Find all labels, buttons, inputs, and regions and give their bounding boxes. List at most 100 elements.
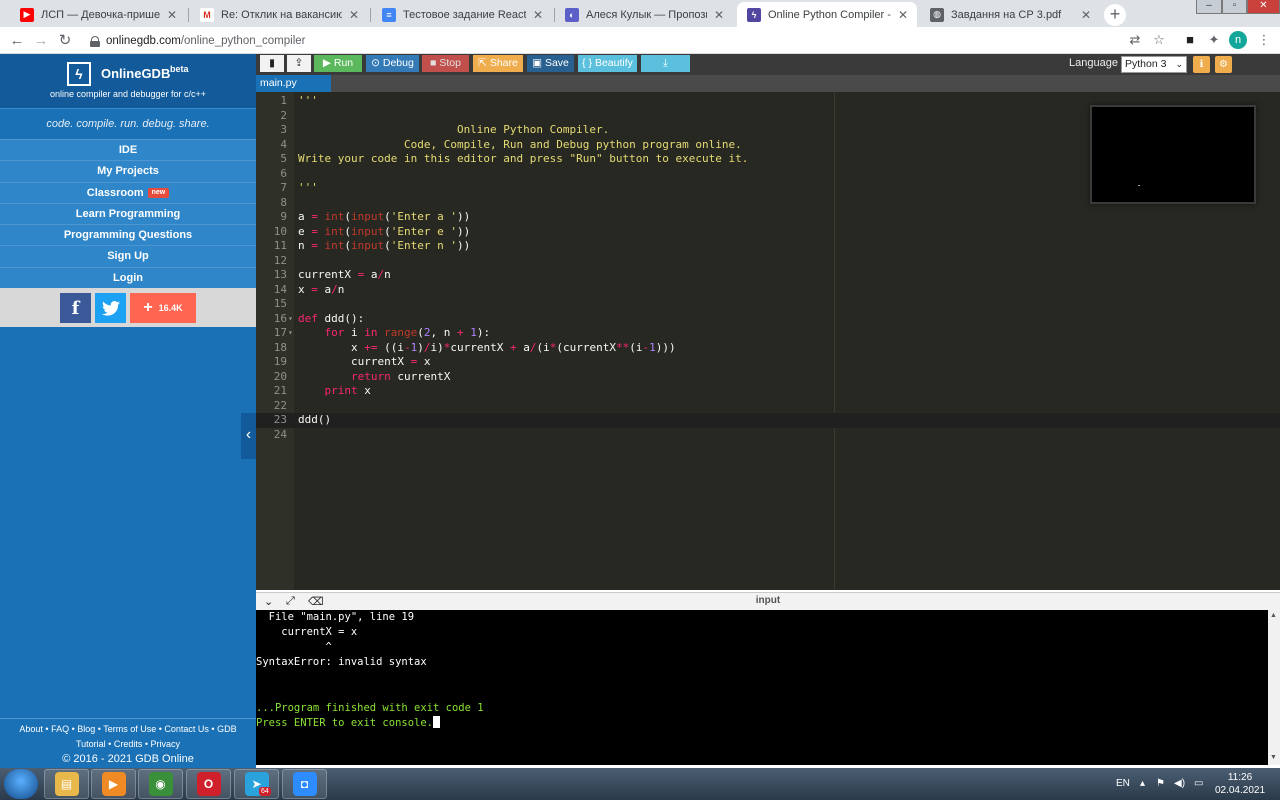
address-bar[interactable]: onlinegdb.com/online_python_compiler (82, 30, 1176, 52)
code-line[interactable]: 6 (256, 167, 1280, 182)
output-title: input (755, 595, 781, 606)
new-file-icon[interactable]: ▮ (260, 55, 284, 72)
taskbar-app-media-player[interactable]: ▶ (91, 769, 136, 799)
sidebar-item-learn-programming[interactable]: Learn Programming (0, 202, 256, 225)
debug-button[interactable]: ⊙ Debug (366, 55, 419, 72)
code-line[interactable]: 14 x = a/n (256, 283, 1280, 298)
close-window-button[interactable]: ✕ (1247, 0, 1280, 14)
console-output[interactable]: File "main.py", line 19 currentX = x ^ Sy… (256, 610, 1268, 765)
action-center-icon[interactable]: ▭ (1194, 768, 1203, 800)
share-count-button[interactable]: + 16.4K (130, 293, 196, 323)
network-flag-icon[interactable]: ⚑ (1156, 768, 1165, 800)
tray-expand-icon[interactable]: ▴ (1140, 768, 1145, 800)
download-button[interactable]: ⤓ (641, 55, 690, 72)
taskbar-app-zoom[interactable]: ◘ (282, 769, 327, 799)
fold-arrow-icon[interactable]: ▾ (288, 326, 294, 341)
facebook-button[interactable]: f (60, 293, 91, 323)
close-tab-icon[interactable]: ✕ (897, 8, 909, 22)
footer-links-2[interactable]: Tutorial • Credits • Privacy (0, 737, 256, 752)
taskbar-clock[interactable]: 11:26 02.04.2021 (1212, 771, 1268, 797)
new-tab-button[interactable]: + (1104, 4, 1126, 26)
file-tab-main-py[interactable]: main.py (256, 75, 331, 92)
browser-tab[interactable]: ◐ Алеся Кулык — Пропозиції — Д ✕ (555, 2, 733, 27)
code-line[interactable]: 3 Online Python Compiler. (256, 123, 1280, 138)
extension-tool-icon[interactable]: ■ (1181, 31, 1199, 49)
collapse-sidebar-chevron-icon[interactable]: ‹ (241, 413, 256, 459)
sidebar-item-classroom[interactable]: Classroom new (0, 181, 256, 203)
settings-gear-icon[interactable]: ⚙ (1215, 56, 1232, 73)
code-line[interactable]: 5 Write your code in this editor and pres… (256, 152, 1280, 167)
taskbar-app-chrome[interactable]: ◉ (138, 769, 183, 799)
forward-icon[interactable]: → (30, 30, 52, 52)
minimize-button[interactable]: – (1196, 0, 1222, 14)
code-editor[interactable]: 1 ''' 2 3 Online Python Compiler. 4 Code, Co… (256, 92, 1280, 590)
profile-avatar[interactable]: n (1229, 31, 1247, 49)
brand-header[interactable]: ϟ OnlineGDB beta online compiler and deb… (0, 54, 256, 108)
code-line[interactable]: 24 (256, 428, 1280, 443)
language-select[interactable]: Python 3 ⌄ (1121, 56, 1187, 73)
code-line[interactable]: 19 currentX = x (256, 355, 1280, 370)
info-button[interactable]: ℹ (1193, 56, 1210, 73)
taskbar-app-telegram[interactable]: ➤ 64 (234, 769, 279, 799)
twitter-button[interactable] (95, 293, 126, 323)
reload-icon[interactable]: ↻ (54, 30, 76, 52)
code-line[interactable]: 8 (256, 196, 1280, 211)
code-line[interactable]: 21 print x (256, 384, 1280, 399)
browser-tab[interactable]: ▶ ЛСП — Девочка-пришелец - Yo ✕ (10, 2, 186, 27)
sidebar-item-ide[interactable]: IDE (0, 139, 256, 161)
beautify-button[interactable]: { } Beautify (578, 55, 637, 72)
code-line[interactable]: 15 (256, 297, 1280, 312)
browser-menu-icon[interactable]: ⋮ (1255, 31, 1273, 49)
code-line[interactable]: 22 (256, 399, 1280, 414)
code-line[interactable]: 7 ''' (256, 181, 1280, 196)
taskbar-app-explorer[interactable]: ▤ (44, 769, 89, 799)
browser-tab[interactable]: M Re: Отклик на вакансию olehmy ✕ (190, 2, 368, 27)
close-tab-icon[interactable]: ✕ (166, 8, 178, 22)
language-indicator[interactable]: EN (1116, 768, 1130, 800)
browser-tab[interactable]: ≡ Тестовое задание React-Native ✕ (372, 2, 552, 27)
sidebar-item-sign-up[interactable]: Sign Up (0, 245, 256, 267)
console-scrollbar[interactable]: ▲ ▼ (1268, 610, 1280, 765)
sidebar-item-login[interactable]: Login (0, 266, 256, 289)
code-line[interactable]: 9a = int(input('Enter a ')) (256, 210, 1280, 225)
code-line[interactable]: 10 e = int(input('Enter e ')) (256, 225, 1280, 240)
close-tab-icon[interactable]: ✕ (1080, 8, 1092, 22)
code-line[interactable]: 23 ddd() (256, 413, 1280, 428)
run-button[interactable]: ▶ Run (314, 55, 362, 72)
code-line[interactable]: 4 Code, Compile, Run and Debug python pr… (256, 138, 1280, 153)
fold-arrow-icon[interactable]: ▾ (288, 312, 294, 327)
browser-tab[interactable]: ◍ Завдання на СР 3.pdf ✕ (920, 2, 1100, 27)
code-line[interactable]: 13 currentX = a/n (256, 268, 1280, 283)
bookmark-star-icon[interactable]: ☆ (1150, 31, 1168, 49)
sidebar-item-my-projects[interactable]: My Projects (0, 160, 256, 182)
stop-button[interactable]: ■ Stop (422, 55, 469, 72)
scroll-up-icon[interactable]: ▲ (1270, 612, 1277, 619)
sidebar-item-programming-questions[interactable]: Programming Questions (0, 224, 256, 246)
start-button-windows-icon[interactable] (4, 769, 38, 799)
footer-links-1[interactable]: About • FAQ • Blog • Terms of Use • Cont… (0, 722, 256, 737)
translate-icon[interactable]: ⇄ (1126, 31, 1144, 49)
taskbar-app-opera[interactable]: O (186, 769, 231, 799)
save-button[interactable]: ▣ Save (527, 55, 574, 72)
browser-tab-title: Алеся Кулык — Пропозиції — Д (586, 8, 707, 21)
extensions-puzzle-icon[interactable]: ✦ (1205, 31, 1223, 49)
code-line[interactable]: 1 ''' (256, 94, 1280, 109)
code-line[interactable]: 17 ▾ for i in range(2, n + 1): (256, 326, 1280, 341)
close-tab-icon[interactable]: ✕ (713, 8, 725, 22)
code-line[interactable]: 20 return currentX (256, 370, 1280, 385)
upload-file-icon[interactable]: ⇪ (287, 55, 311, 72)
maximize-button[interactable]: ▫ (1222, 0, 1247, 14)
scroll-down-icon[interactable]: ▼ (1270, 754, 1277, 761)
close-tab-icon[interactable]: ✕ (532, 8, 544, 22)
code-line[interactable]: 16 ▾ def ddd(): (256, 312, 1280, 327)
code-line[interactable]: 18 x += ((i-1)/i)*currentX + a/(i*(curre… (256, 341, 1280, 356)
code-line[interactable]: 12 (256, 254, 1280, 269)
volume-icon[interactable]: ◀) (1174, 768, 1185, 800)
browser-tab[interactable]: ϟ Online Python Compiler - online ✕ (737, 2, 917, 27)
code-line[interactable]: 2 (256, 109, 1280, 124)
close-tab-icon[interactable]: ✕ (348, 8, 360, 22)
code-line[interactable]: 11 n = int(input('Enter n ')) (256, 239, 1280, 254)
back-icon[interactable]: ← (6, 30, 28, 52)
share-button[interactable]: ⇱ Share (473, 55, 523, 72)
